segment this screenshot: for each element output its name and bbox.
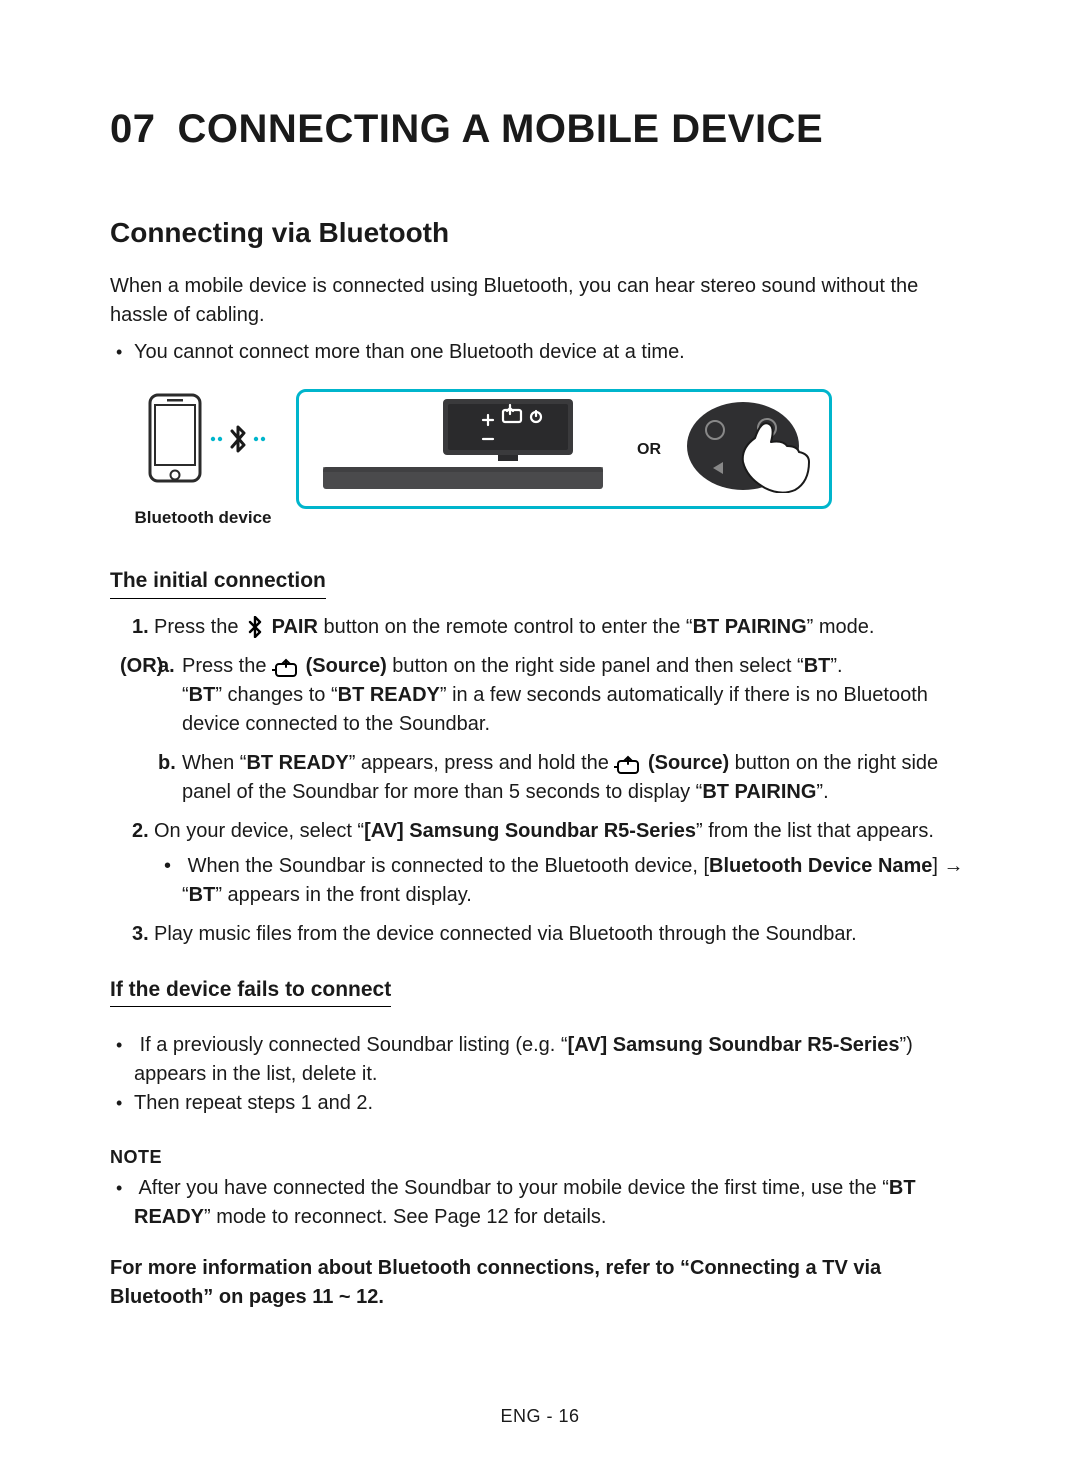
step-2-sublist: When the Soundbar is connected to the Bl… (154, 852, 970, 910)
footer-reference: For more information about Bluetooth con… (110, 1254, 970, 1312)
letter-b: b. (158, 749, 176, 778)
or-label: (OR) (120, 652, 163, 681)
step-2-sub-bullet: When the Soundbar is connected to the Bl… (182, 852, 970, 910)
initial-connection-title: The initial connection (110, 566, 326, 598)
intro-bullet: You cannot connect more than one Bluetoo… (134, 338, 970, 367)
source-icon (272, 658, 300, 678)
steps-list: Press the PAIR button on the remote cont… (110, 613, 970, 949)
diagram-or-label: OR (637, 438, 661, 461)
initial-connection-block: The initial connection Press the PAIR bu… (110, 566, 970, 948)
fails-title: If the device fails to connect (110, 975, 391, 1007)
soundbar-with-tv-illustration (313, 395, 613, 504)
soundbar-diagram-frame: OR (296, 389, 832, 509)
section-title: Connecting via Bluetooth (110, 213, 970, 254)
fails-bullet-1: If a previously connected Soundbar listi… (134, 1031, 970, 1089)
note-bullets: After you have connected the Soundbar to… (110, 1174, 970, 1232)
bluetooth-device-figure: Bluetooth device (128, 389, 278, 531)
chapter-number: 07 (110, 107, 156, 151)
intro-bullet-list: You cannot connect more than one Bluetoo… (110, 338, 970, 367)
step-2: On your device, select “[AV] Samsung Sou… (132, 817, 970, 910)
page-footer: ENG - 16 (0, 1403, 1080, 1429)
step-1a: a. Press the (Source) button on the righ… (182, 652, 970, 739)
fails-bullets: If a previously connected Soundbar listi… (110, 1031, 970, 1118)
step-3: Play music files from the device connect… (132, 920, 970, 949)
step-1b: b. When “BT READY” appears, press and ho… (182, 749, 970, 807)
chapter-title: CONNECTING A MOBILE DEVICE (178, 107, 824, 151)
fails-bullet-2: Then repeat steps 1 and 2. (134, 1089, 970, 1118)
source-icon (614, 755, 642, 775)
fails-to-connect-block: If the device fails to connect If a prev… (110, 975, 970, 1118)
phone-label: Bluetooth device (128, 506, 278, 531)
chapter-heading: 07 CONNECTING A MOBILE DEVICE (110, 100, 970, 158)
or-alternatives: (OR) a. Press the (Source) button on the… (154, 652, 970, 807)
step-1: Press the PAIR button on the remote cont… (132, 613, 970, 807)
note-bullet-1: After you have connected the Soundbar to… (134, 1174, 970, 1232)
note-block: NOTE After you have connected the Soundb… (110, 1144, 970, 1232)
letter-a: a. (158, 652, 175, 681)
intro-text: When a mobile device is connected using … (110, 272, 970, 330)
note-label: NOTE (110, 1144, 970, 1170)
bluetooth-icon (244, 616, 266, 638)
connection-diagram: Bluetooth device (128, 389, 970, 531)
remote-hand-illustration (685, 398, 815, 502)
